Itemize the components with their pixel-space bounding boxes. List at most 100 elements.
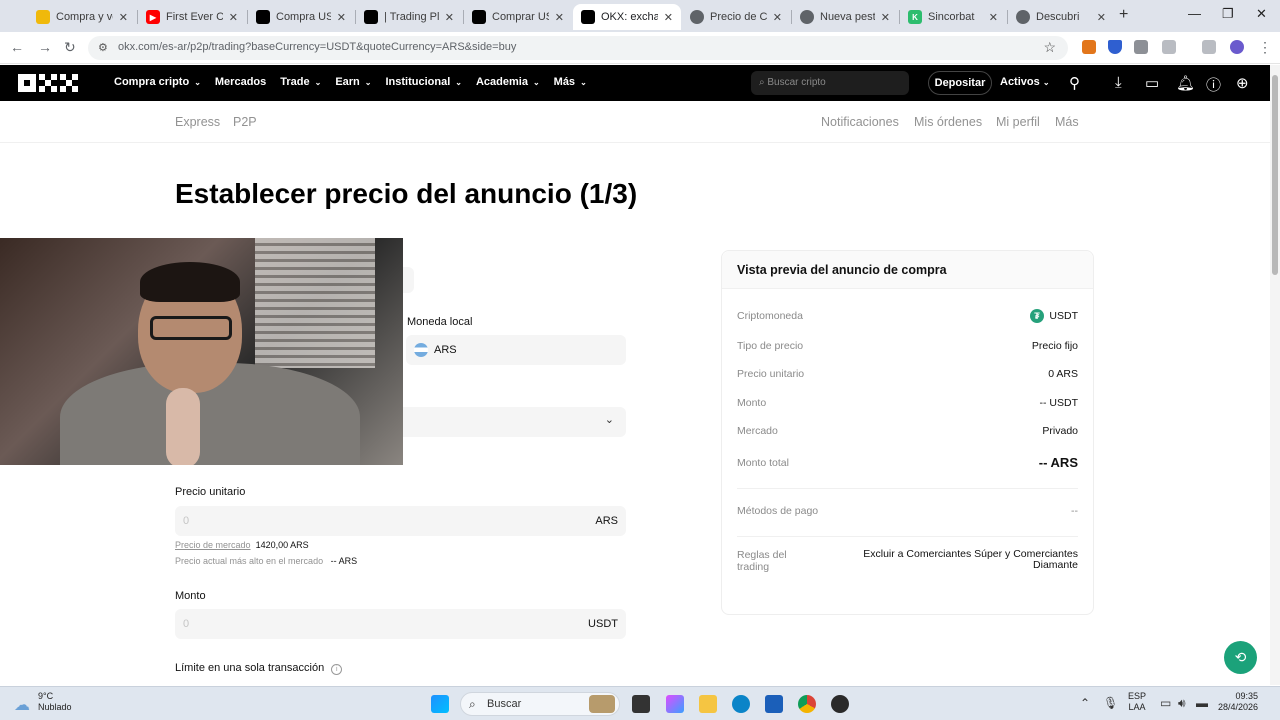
battery-icon[interactable]: ▬ xyxy=(1196,696,1208,710)
browser-tab[interactable]: Nueva pestañ✕ xyxy=(792,4,898,30)
chevron-down-icon: ⌄ xyxy=(314,77,322,87)
browser-tab[interactable]: ▶ First Ever Cof✕ xyxy=(138,4,246,30)
nav-academia[interactable]: Academia ⌄ xyxy=(476,76,540,88)
weather-widget[interactable]: 9°C Nublado xyxy=(38,691,72,713)
task-view-icon[interactable] xyxy=(632,695,650,713)
nav-compra-cripto[interactable]: Compra cripto ⌄ xyxy=(114,76,201,88)
amount-input[interactable]: 0 USDT xyxy=(175,609,626,639)
file-explorer-icon[interactable] xyxy=(699,695,717,713)
dropdown-select[interactable]: ⌄ xyxy=(380,407,626,437)
unit-price-label: Precio unitario xyxy=(175,486,246,498)
minimize-icon[interactable]: — xyxy=(1188,6,1201,21)
close-tab-icon[interactable]: ✕ xyxy=(881,11,890,24)
download-icon[interactable]: ⤓ xyxy=(1115,74,1122,91)
new-tab-icon[interactable]: + xyxy=(1119,6,1128,24)
metamask-extension-icon[interactable] xyxy=(1082,40,1096,54)
browser-tab[interactable]: Descubri ✕ xyxy=(1008,4,1114,30)
bell-icon[interactable]: 🔔︎ xyxy=(1176,74,1195,92)
info-icon[interactable]: i xyxy=(331,664,343,675)
main-nav: Compra cripto ⌄ Mercados Trade ⌄ Earn ⌄ Ins… xyxy=(114,76,601,88)
google-favicon-icon xyxy=(1016,10,1030,24)
nav-mercados[interactable]: Mercados xyxy=(215,76,266,88)
okx-favicon-icon xyxy=(256,10,270,24)
okx-logo[interactable] xyxy=(18,74,78,92)
edge-icon[interactable] xyxy=(732,695,750,713)
bookmark-star-icon[interactable]: ☆ xyxy=(1043,39,1056,56)
chrome-icon[interactable] xyxy=(798,695,816,713)
back-icon[interactable]: ← xyxy=(10,39,24,55)
assets-menu[interactable]: Activos ⌄ xyxy=(1000,76,1050,88)
close-tab-icon[interactable]: ✕ xyxy=(555,11,564,24)
browser-tab[interactable]: Compra USDT✕ xyxy=(248,4,354,30)
close-tab-icon[interactable]: ✕ xyxy=(337,11,346,24)
market-price-hint: Precio de mercado 1420,00 ARS xyxy=(175,540,309,550)
subnav-p2p[interactable]: P2P xyxy=(233,115,257,129)
page-scrollbar[interactable] xyxy=(1270,65,1280,685)
crypto-search-input[interactable]: ⌕ Buscar cripto xyxy=(751,71,909,95)
word-icon[interactable] xyxy=(765,695,783,713)
browser-menu-icon[interactable]: ⋮ xyxy=(1258,39,1272,56)
url-input[interactable]: ⚙ okx.com/es-ar/p2p/trading?baseCurrency… xyxy=(88,36,1068,60)
preview-row-payment: Métodos de pago -- xyxy=(737,505,1078,517)
reload-icon[interactable]: ↻ xyxy=(64,39,76,56)
close-tab-icon[interactable]: ✕ xyxy=(445,11,454,24)
subnav-express[interactable]: Express xyxy=(175,115,220,129)
window-close-icon[interactable]: ✕ xyxy=(1256,6,1267,22)
close-tab-icon[interactable]: ✕ xyxy=(773,11,782,24)
shield-extension-icon[interactable] xyxy=(1108,40,1122,54)
nav-earn[interactable]: Earn ⌄ xyxy=(335,76,371,88)
site-info-icon[interactable]: ⚙ xyxy=(98,41,108,54)
copilot-icon[interactable] xyxy=(666,695,684,713)
browser-tab[interactable]: Precio de Crip✕ xyxy=(682,4,790,30)
subnav-notificaciones[interactable]: Notificaciones xyxy=(821,115,899,129)
subnav-mas[interactable]: Más xyxy=(1055,115,1079,129)
nav-trade[interactable]: Trade ⌄ xyxy=(280,76,321,88)
cloud-weather-icon[interactable]: ☁ xyxy=(14,695,30,715)
restore-icon[interactable]: ❐ xyxy=(1222,6,1234,22)
support-chat-button[interactable]: ⟲ xyxy=(1224,641,1257,674)
tray-overflow-icon[interactable]: ⌃ xyxy=(1080,696,1090,710)
local-currency-field[interactable]: ARS xyxy=(406,335,626,365)
close-tab-icon[interactable]: ✕ xyxy=(989,11,998,24)
user-icon[interactable]: ⚲ xyxy=(1069,74,1080,92)
tether-icon: ₮ xyxy=(1030,309,1044,323)
profile-avatar[interactable] xyxy=(1230,40,1244,54)
microphone-icon[interactable]: 🎙︎ xyxy=(1103,696,1118,710)
volume-icon[interactable]: 🔊︎ xyxy=(1178,696,1186,711)
windows-start-icon[interactable] xyxy=(431,695,449,713)
chevron-down-icon: ⌄ xyxy=(580,77,587,87)
translate-extension-icon[interactable] xyxy=(1134,40,1148,54)
browser-tab-active[interactable]: OKX: exchang✕ xyxy=(573,4,681,30)
subnav-mis-ordenes[interactable]: Mis órdenes xyxy=(914,115,982,129)
browser-tab[interactable]: Comprar USD✕ xyxy=(464,4,572,30)
deposit-button[interactable]: Depositar xyxy=(928,71,992,95)
chevron-down-icon: ⌄ xyxy=(194,77,201,87)
extensions-puzzle-icon[interactable] xyxy=(1162,40,1176,54)
close-tab-icon[interactable]: ✕ xyxy=(229,11,238,24)
subnav-mi-perfil[interactable]: Mi perfil xyxy=(996,115,1040,129)
nav-mas[interactable]: Más ⌄ xyxy=(554,76,587,88)
preview-row-total: Monto total -- ARS xyxy=(737,455,1078,470)
chat-icon[interactable]: ▭ xyxy=(1145,74,1159,92)
amount-label: Monto xyxy=(175,590,206,602)
close-tab-icon[interactable]: ✕ xyxy=(664,11,673,24)
close-tab-icon[interactable]: ✕ xyxy=(1097,11,1106,24)
kick-favicon-icon: K xyxy=(908,10,922,24)
close-tab-icon[interactable]: ✕ xyxy=(119,11,128,24)
browser-tab[interactable]: K Sincorbat ✕ xyxy=(900,4,1006,30)
taskbar-search-input[interactable]: ⌕ Buscar xyxy=(460,692,620,716)
scrollbar-thumb[interactable] xyxy=(1272,75,1278,275)
help-icon[interactable]: ⓘ xyxy=(1206,74,1221,95)
browser-tab[interactable]: Compra y ve ✕ xyxy=(28,4,136,30)
globe-icon[interactable]: ⊕ xyxy=(1236,74,1249,92)
forward-icon[interactable]: → xyxy=(38,39,52,55)
clock[interactable]: 09:35 28/4/2026 xyxy=(1218,691,1258,713)
app-icon[interactable] xyxy=(831,695,849,713)
search-icon: ⌕ xyxy=(469,697,476,711)
wifi-icon[interactable]: ▭ xyxy=(1160,696,1171,710)
language-indicator[interactable]: ESP LAA xyxy=(1128,691,1146,713)
unit-price-input[interactable]: 0 ARS xyxy=(175,506,626,536)
nav-institucional[interactable]: Institucional ⌄ xyxy=(385,76,461,88)
browser-tab[interactable]: | Trading Plat✕ xyxy=(356,4,462,30)
tab-search-icon[interactable] xyxy=(1202,40,1216,54)
